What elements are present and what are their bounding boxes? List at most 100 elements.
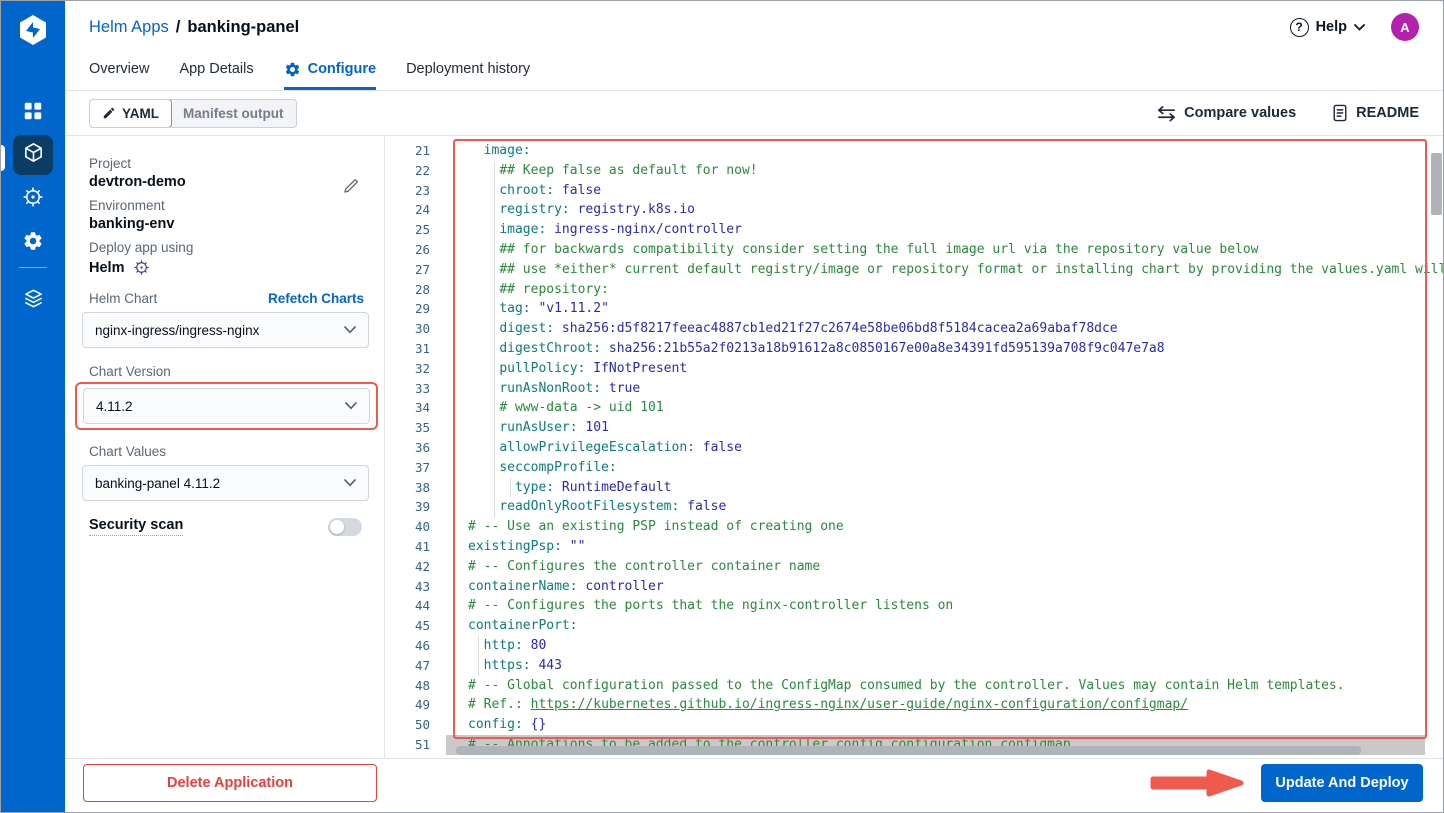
code-line-text: chroot: false	[446, 181, 1443, 201]
code-line-38[interactable]: 38 type: RuntimeDefault	[386, 478, 1443, 498]
code-line-text: digest: sha256:d5f8217feeac4887cb1ed21f2…	[446, 319, 1443, 339]
line-number: 38	[386, 478, 446, 498]
app-tabs: Overview App Details Configure Deploymen…	[65, 53, 1443, 91]
code-line-text: runAsUser: 101	[446, 418, 1443, 438]
security-scan-label: Security scan	[89, 517, 183, 536]
chevron-down-icon	[344, 326, 356, 334]
code-line-25[interactable]: 25 image: ingress-nginx/controller	[386, 220, 1443, 240]
code-line-34[interactable]: 34 # www-data -> uid 101	[386, 398, 1443, 418]
indent-guide	[494, 438, 495, 458]
sidebar-item-applications[interactable]	[13, 93, 53, 133]
line-number: 23	[386, 181, 446, 201]
chart-version-select[interactable]: 4.11.2	[83, 388, 370, 424]
code-line-23[interactable]: 23 chroot: false	[386, 181, 1443, 201]
horizontal-scrollbar[interactable]	[456, 746, 1361, 755]
code-line-text: # -- Configures the controller container…	[446, 557, 1443, 577]
yaml-editor[interactable]: 21 image:22 ## Keep false as default for…	[386, 136, 1443, 758]
manifest-output-tab-button[interactable]: Manifest output	[171, 100, 296, 127]
breadcrumb: Helm Apps / banking-panel	[89, 18, 299, 37]
code-line-33[interactable]: 33 runAsNonRoot: true	[386, 379, 1443, 399]
line-number: 32	[386, 359, 446, 379]
indent-guide	[494, 181, 495, 201]
code-line-26[interactable]: 26 ## for backwards compatibility consid…	[386, 240, 1443, 260]
deploy-using-value: Helm	[89, 260, 124, 276]
code-line-32[interactable]: 32 pullPolicy: IfNotPresent	[386, 359, 1443, 379]
line-number: 49	[386, 695, 446, 715]
gear-icon	[284, 61, 301, 78]
tab-app-details[interactable]: App Details	[179, 53, 253, 90]
sidebar-item-chart-store[interactable]	[13, 179, 53, 219]
code-line-27[interactable]: 27 ## use *either* current default regis…	[386, 260, 1443, 280]
top-header: Helm Apps / banking-panel ? Help A	[65, 1, 1443, 53]
security-scan-toggle[interactable]	[328, 518, 362, 536]
yaml-tab-button[interactable]: YAML	[89, 99, 172, 128]
code-line-text: ## repository:	[446, 280, 1443, 300]
yaml-code-area[interactable]: 21 image:22 ## Keep false as default for…	[386, 136, 1443, 758]
code-line-30[interactable]: 30 digest: sha256:d5f8217feeac4887cb1ed2…	[386, 319, 1443, 339]
code-line-29[interactable]: 29 tag: "v1.11.2"	[386, 299, 1443, 319]
tab-configure[interactable]: Configure	[284, 53, 376, 90]
devtron-app-window: Helm Apps / banking-panel ? Help A Overv…	[0, 0, 1444, 813]
vertical-scrollbar[interactable]	[1431, 153, 1442, 215]
code-line-22[interactable]: 22 ## Keep false as default for now!	[386, 161, 1443, 181]
code-line-35[interactable]: 35 runAsUser: 101	[386, 418, 1443, 438]
code-line-50[interactable]: 50config: {}	[386, 715, 1443, 735]
code-line-text: containerName: controller	[446, 577, 1443, 597]
chart-values-label: Chart Values	[89, 444, 364, 459]
code-line-36[interactable]: 36 allowPrivilegeEscalation: false	[386, 438, 1443, 458]
code-line-text: containerPort:	[446, 616, 1443, 636]
code-line-41[interactable]: 41existingPsp: ""	[386, 537, 1443, 557]
line-number: 48	[386, 676, 446, 696]
readme-button[interactable]: README	[1332, 104, 1419, 122]
view-mode-switch: YAML Manifest output	[89, 99, 297, 128]
project-label: Project	[89, 156, 364, 171]
code-line-39[interactable]: 39 readOnlyRootFilesystem: false	[386, 497, 1443, 517]
chart-values-select[interactable]: banking-panel 4.11.2	[82, 465, 369, 501]
code-line-47[interactable]: 47 https: 443	[386, 656, 1443, 676]
helm-chart-select[interactable]: nginx-ingress/ingress-nginx	[82, 312, 369, 348]
sidebar-item-app-details[interactable]	[13, 135, 53, 175]
compare-values-button[interactable]: Compare values	[1157, 105, 1296, 122]
pencil-icon	[102, 106, 116, 120]
code-line-text: config: {}	[446, 715, 1443, 735]
line-number: 33	[386, 379, 446, 399]
tab-deployment-history[interactable]: Deployment history	[406, 53, 530, 90]
code-line-text: registry: registry.k8s.io	[446, 200, 1443, 220]
breadcrumb-helm-apps-link[interactable]: Helm Apps	[89, 18, 169, 37]
update-and-deploy-button[interactable]: Update And Deploy	[1261, 764, 1423, 802]
code-line-49[interactable]: 49# Ref.: https://kubernetes.github.io/i…	[386, 695, 1443, 715]
code-line-44[interactable]: 44# -- Configures the ports that the ngi…	[386, 596, 1443, 616]
code-line-21[interactable]: 21 image:	[386, 141, 1443, 161]
help-question-icon: ?	[1290, 18, 1309, 37]
code-line-46[interactable]: 46 http: 80	[386, 636, 1443, 656]
sidebar-item-stack-manager[interactable]	[13, 281, 53, 321]
refetch-charts-link[interactable]: Refetch Charts	[268, 291, 364, 306]
code-line-37[interactable]: 37 seccompProfile:	[386, 458, 1443, 478]
line-number: 45	[386, 616, 446, 636]
code-line-40[interactable]: 40# -- Use an existing PSP instead of cr…	[386, 517, 1443, 537]
line-number: 41	[386, 537, 446, 557]
annotation-highlight-chart-version: 4.11.2	[75, 382, 378, 430]
delete-application-button[interactable]: Delete Application	[83, 764, 377, 802]
indent-guide	[494, 280, 495, 300]
code-line-42[interactable]: 42# -- Configures the controller contain…	[386, 557, 1443, 577]
line-number: 50	[386, 715, 446, 735]
code-line-45[interactable]: 45containerPort:	[386, 616, 1443, 636]
help-menu[interactable]: ? Help	[1290, 18, 1365, 37]
code-line-24[interactable]: 24 registry: registry.k8s.io	[386, 200, 1443, 220]
code-line-48[interactable]: 48# -- Global configuration passed to th…	[386, 676, 1443, 696]
edit-pencil-icon[interactable]	[342, 177, 360, 195]
indent-guide	[478, 636, 479, 656]
breadcrumb-separator: /	[176, 18, 181, 37]
sidebar-item-global-config[interactable]	[13, 223, 53, 263]
line-number: 28	[386, 280, 446, 300]
avatar[interactable]: A	[1391, 13, 1419, 41]
code-line-31[interactable]: 31 digestChroot: sha256:21b55a2f0213a18b…	[386, 339, 1443, 359]
code-line-28[interactable]: 28 ## repository:	[386, 280, 1443, 300]
tab-overview[interactable]: Overview	[89, 53, 149, 90]
line-number: 29	[386, 299, 446, 319]
indent-guide	[494, 497, 495, 517]
line-number: 31	[386, 339, 446, 359]
devtron-logo-icon[interactable]	[16, 13, 50, 47]
code-line-43[interactable]: 43containerName: controller	[386, 577, 1443, 597]
